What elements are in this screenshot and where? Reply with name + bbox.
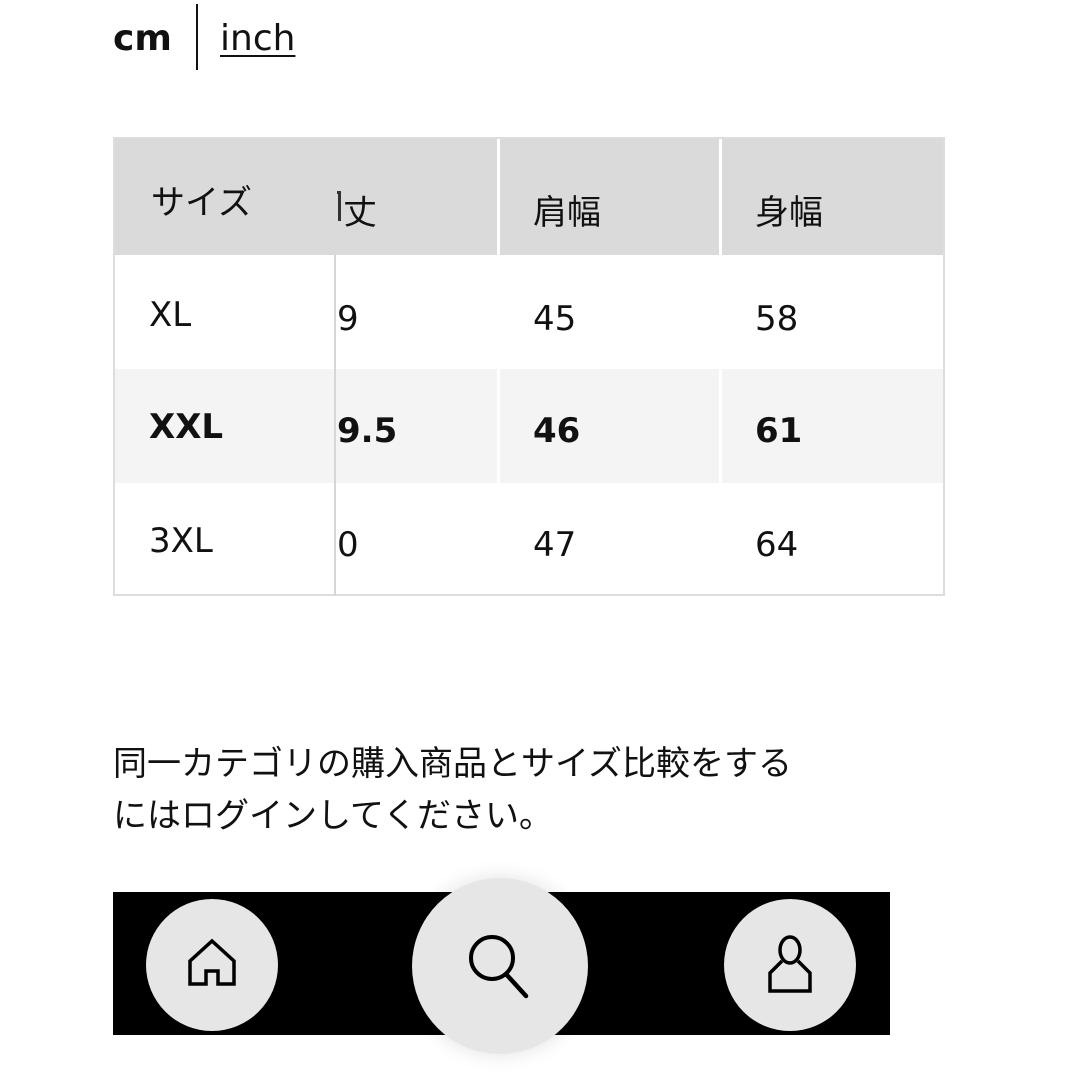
clipped-glyph bbox=[337, 191, 341, 221]
home-icon bbox=[188, 938, 236, 986]
table-header: サイズ 丈 肩幅 身幅 bbox=[115, 139, 943, 255]
header-divider bbox=[497, 139, 500, 255]
account-button[interactable] bbox=[724, 899, 856, 1031]
header-divider bbox=[719, 139, 722, 255]
search-icon bbox=[469, 935, 529, 999]
cell-length: 0 bbox=[337, 525, 359, 565]
cell-size: 3XL bbox=[149, 521, 213, 561]
table-row: XL 9 45 58 bbox=[115, 255, 943, 369]
row-divider bbox=[497, 369, 500, 483]
note-line: にはログインしてください。 bbox=[113, 796, 553, 836]
row-divider bbox=[719, 369, 722, 483]
login-note: 同一カテゴリの購入商品とサイズ比較をする にはログインしてください。 bbox=[113, 738, 913, 842]
unit-inch-tab[interactable]: inch bbox=[220, 18, 295, 59]
cell-size: XXL bbox=[149, 407, 224, 447]
note-line: 同一カテゴリの購入商品とサイズ比較をする bbox=[113, 744, 792, 784]
unit-divider bbox=[196, 4, 198, 70]
cell-shoulder: 47 bbox=[533, 525, 577, 565]
home-button[interactable] bbox=[146, 899, 278, 1031]
table-row-highlighted: XXL 9.5 46 61 bbox=[115, 369, 943, 483]
size-table: サイズ 丈 肩幅 身幅 XL 9 45 58 XXL 9.5 46 61 3XL… bbox=[113, 137, 945, 596]
header-chest: 身幅 bbox=[755, 193, 823, 233]
header-length: 丈 bbox=[343, 193, 377, 233]
cell-chest: 61 bbox=[755, 411, 803, 451]
header-size: サイズ bbox=[151, 183, 252, 223]
unit-cm-tab[interactable]: cm bbox=[113, 18, 172, 59]
search-button[interactable] bbox=[412, 878, 588, 1054]
cell-shoulder: 45 bbox=[533, 299, 577, 339]
cell-chest: 58 bbox=[755, 299, 799, 339]
cell-chest: 64 bbox=[755, 525, 799, 565]
table-row: 3XL 0 47 64 bbox=[115, 483, 943, 597]
cell-size: XL bbox=[149, 295, 192, 335]
header-shoulder: 肩幅 bbox=[533, 193, 601, 233]
cell-shoulder: 46 bbox=[533, 411, 581, 451]
column-divider bbox=[334, 255, 336, 596]
cell-length: 9 bbox=[337, 299, 359, 339]
cell-length: 9.5 bbox=[337, 411, 398, 451]
user-icon bbox=[768, 935, 812, 993]
